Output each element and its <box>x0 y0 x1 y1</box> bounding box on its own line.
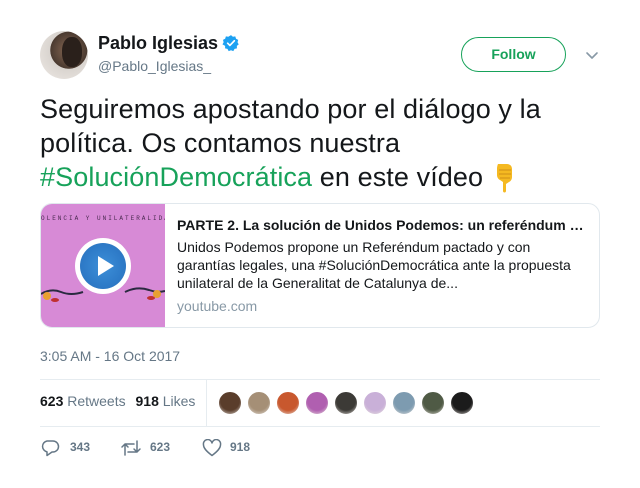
tweet-timestamp[interactable]: 3:05 AM - 16 Oct 2017 <box>40 348 180 364</box>
liker-avatar[interactable] <box>276 391 300 415</box>
retweet-button[interactable]: 623 <box>120 438 180 458</box>
liker-avatar[interactable] <box>363 391 387 415</box>
user-handle[interactable]: @Pablo_Iglesias_ <box>98 58 211 74</box>
liker-avatar[interactable] <box>334 391 358 415</box>
retweet-icon <box>121 440 141 456</box>
tweet: Pablo Iglesias @Pablo_Iglesias_ Follow S… <box>0 0 640 488</box>
like-count: 918 <box>230 440 251 454</box>
card-thumbnail[interactable]: OLENCIA Y UNILATERALIDA <box>41 204 165 327</box>
stats-separator <box>206 380 207 426</box>
like-button[interactable]: 918 <box>202 438 262 458</box>
card-title: PARTE 2. La solución de Unidos Podemos: … <box>177 217 589 233</box>
link-card[interactable]: OLENCIA Y UNILATERALIDA PARTE 2. La solu… <box>40 203 600 328</box>
tweet-text-part1: Seguiremos apostando por el diálogo y la… <box>40 94 541 158</box>
chevron-down-icon[interactable] <box>584 47 600 63</box>
reply-icon <box>41 440 60 457</box>
likes-stat[interactable]: 918 Likes <box>136 393 196 409</box>
card-domain: youtube.com <box>177 298 258 314</box>
reply-count: 343 <box>70 440 91 454</box>
point-down-emoji-icon <box>497 164 513 193</box>
follow-button[interactable]: Follow <box>461 37 566 72</box>
liker-avatar[interactable] <box>450 391 474 415</box>
hashtag-link[interactable]: #SoluciónDemocrática <box>40 162 312 192</box>
divider-bottom <box>40 426 600 427</box>
display-name[interactable]: Pablo Iglesias <box>98 33 218 54</box>
card-description: Unidos Podemos propone un Referéndum pac… <box>177 239 571 291</box>
tweet-text: Seguiremos apostando por el diálogo y la… <box>40 92 600 194</box>
retweet-count: 623 <box>150 440 171 454</box>
tweet-text-part2: en este vídeo <box>312 162 484 192</box>
thumbnail-caption: OLENCIA Y UNILATERALIDA <box>41 215 165 222</box>
liker-avatar[interactable] <box>421 391 445 415</box>
user-avatar[interactable] <box>40 31 88 79</box>
liker-avatar[interactable] <box>247 391 271 415</box>
retweets-stat[interactable]: 623 Retweets <box>40 393 126 409</box>
liker-avatar[interactable] <box>305 391 329 415</box>
tweet-stats: 623 Retweets 918 Likes <box>40 393 195 409</box>
card-body[interactable]: PARTE 2. La solución de Unidos Podemos: … <box>177 216 589 315</box>
liker-avatar[interactable] <box>392 391 416 415</box>
play-icon <box>98 256 114 276</box>
divider-top <box>40 379 600 380</box>
reply-button[interactable]: 343 <box>40 438 100 458</box>
heart-icon <box>202 439 222 457</box>
verified-badge-icon <box>222 35 239 52</box>
liker-avatar[interactable] <box>218 391 242 415</box>
